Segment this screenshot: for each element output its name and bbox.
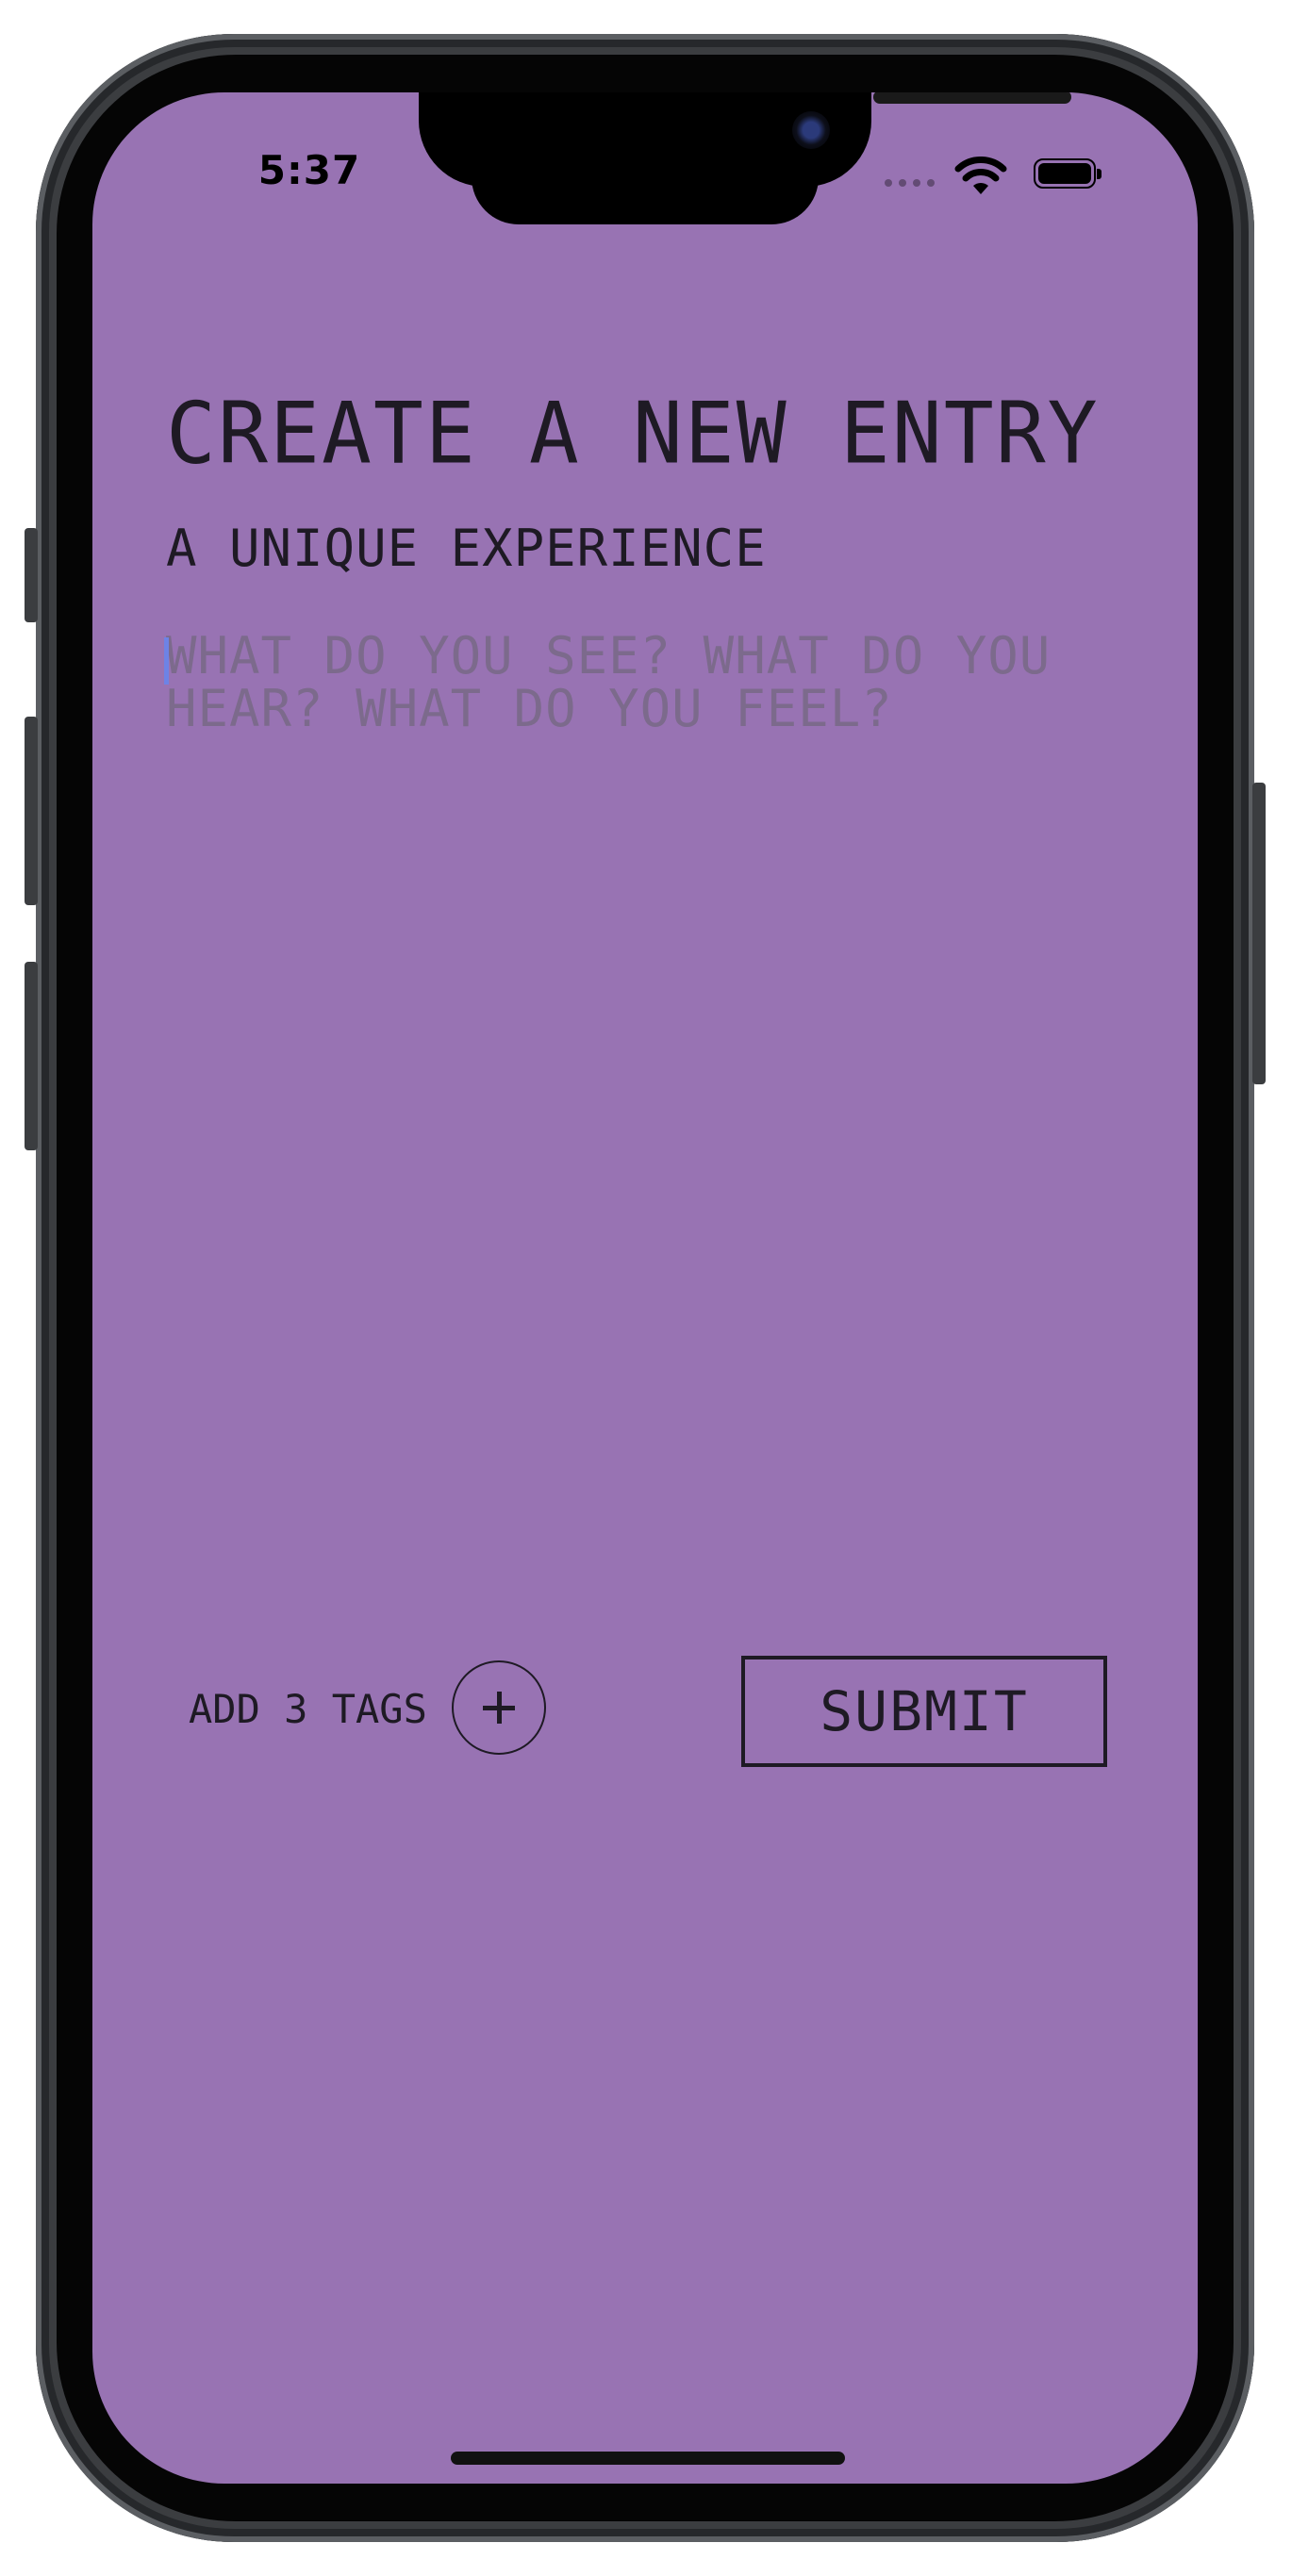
cellular-signal-icon (885, 179, 935, 187)
text-caret (164, 637, 169, 685)
entry-text-input[interactable] (166, 630, 1118, 1573)
submit-button[interactable]: SUBMIT (741, 1656, 1107, 1767)
tags-label: ADD 3 TAGS (189, 1686, 427, 1732)
home-indicator[interactable] (451, 2452, 845, 2465)
battery-terminal (1097, 169, 1102, 179)
front-camera-icon (792, 111, 830, 149)
speaker-grille (873, 92, 1071, 104)
volume-up-button (25, 717, 38, 905)
add-tag-button[interactable] (452, 1660, 546, 1755)
plus-icon-vertical (496, 1692, 502, 1724)
power-button (1252, 783, 1266, 1084)
battery-level (1038, 163, 1091, 184)
app-screen: 5:37 CREATE A NEW ENTRY A UNIQUE EXPERIE… (92, 92, 1198, 2484)
wifi-icon (954, 157, 1007, 200)
status-time: 5:37 (257, 147, 361, 193)
battery-icon (1034, 158, 1102, 189)
volume-down-button (25, 962, 38, 1150)
action-button (25, 528, 38, 622)
notch-lower (472, 149, 819, 224)
page-subtitle: A UNIQUE EXPERIENCE (166, 519, 767, 578)
page-title: CREATE A NEW ENTRY (166, 383, 1100, 484)
